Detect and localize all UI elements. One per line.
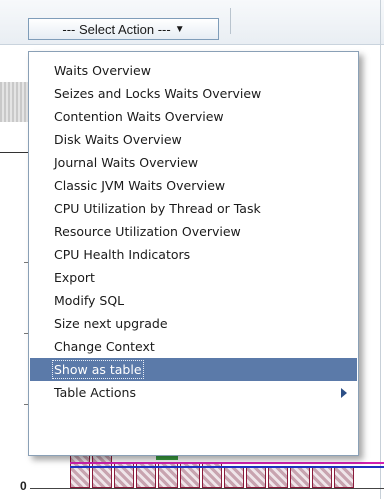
chart-bar — [334, 466, 354, 488]
chevron-right-icon — [341, 388, 347, 398]
chart-bar — [290, 466, 310, 488]
panel-divider — [380, 0, 381, 499]
chart-edge-fragment — [0, 82, 30, 122]
x-axis — [30, 488, 384, 489]
chart-series-line — [156, 456, 178, 460]
menu-item-cpu-health-indicators[interactable]: CPU Health Indicators — [30, 243, 357, 266]
select-action-dropdown[interactable]: --- Select Action --- ▼ — [28, 18, 219, 40]
menu-item-contention-waits[interactable]: Contention Waits Overview — [30, 105, 357, 128]
menu-item-modify-sql[interactable]: Modify SQL — [30, 289, 357, 312]
select-action-label: --- Select Action --- — [62, 21, 171, 37]
toolbar-divider — [230, 8, 231, 34]
y-axis-zero-label: 0 — [20, 479, 27, 493]
action-menu: Waits Overview Seizes and Locks Waits Ov… — [28, 51, 359, 456]
chart-series-line — [70, 466, 384, 468]
chart-bar — [224, 466, 244, 488]
menu-item-export[interactable]: Export — [30, 266, 357, 289]
menu-item-cpu-utilization-thread[interactable]: CPU Utilization by Thread or Task — [30, 197, 357, 220]
menu-item-seizes-locks-waits[interactable]: Seizes and Locks Waits Overview — [30, 82, 357, 105]
menu-item-journal-waits[interactable]: Journal Waits Overview — [30, 151, 357, 174]
menu-item-waits-overview[interactable]: Waits Overview — [30, 59, 357, 82]
chevron-down-icon: ▼ — [174, 23, 185, 35]
chart-bar — [312, 466, 332, 488]
menu-item-size-next-upgrade[interactable]: Size next upgrade — [30, 312, 357, 335]
menu-item-change-context[interactable]: Change Context — [30, 335, 357, 358]
menu-item-disk-waits[interactable]: Disk Waits Overview — [30, 128, 357, 151]
menu-item-show-as-table[interactable]: Show as table — [30, 358, 357, 381]
menu-item-classic-jvm-waits[interactable]: Classic JVM Waits Overview — [30, 174, 357, 197]
menu-item-table-actions[interactable]: Table Actions — [30, 381, 357, 404]
chart-bar — [268, 466, 288, 488]
chart-bar — [246, 466, 266, 488]
menu-item-resource-utilization[interactable]: Resource Utilization Overview — [30, 220, 357, 243]
chart-series-line — [70, 462, 384, 464]
